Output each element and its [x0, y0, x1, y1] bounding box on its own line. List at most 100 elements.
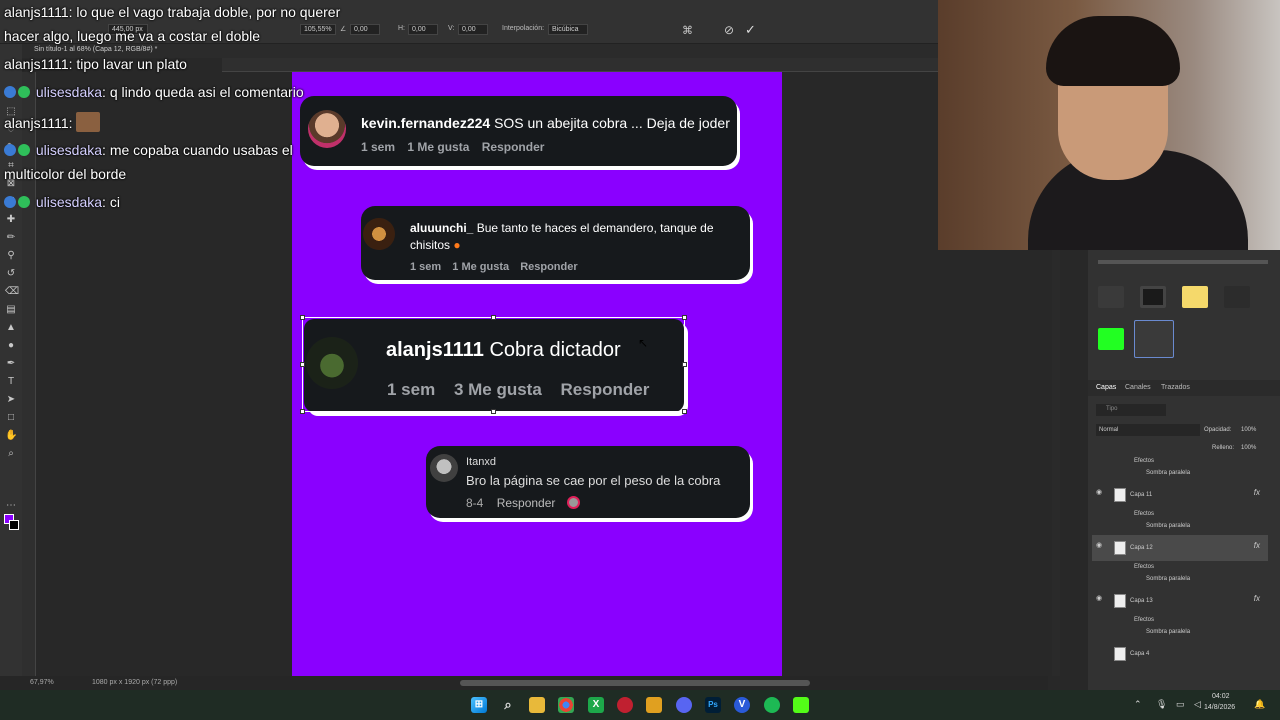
badge-icon: [4, 196, 16, 208]
history-brush-icon[interactable]: ↺: [5, 268, 17, 280]
zoom-tool-icon[interactable]: ⌕: [5, 448, 17, 460]
comment-card[interactable]: kevin.fernandez224 SOS un abejita cobra …: [300, 96, 737, 166]
windows-start-icon[interactable]: ⊞: [471, 697, 487, 713]
swatch[interactable]: [1140, 286, 1166, 308]
file-explorer-icon[interactable]: [529, 697, 545, 713]
background-color[interactable]: [9, 520, 19, 530]
commit-transform-icon[interactable]: ✓: [745, 22, 756, 38]
layer-row[interactable]: ◉ Capa 11 fx: [1092, 482, 1268, 508]
reply-link[interactable]: Responder: [497, 496, 556, 510]
dodge-tool-icon[interactable]: ●: [5, 340, 17, 352]
eraser-tool-icon[interactable]: ⌫: [5, 286, 19, 298]
layer-name[interactable]: Capa 4: [1130, 651, 1149, 657]
effects-label: Efectos: [1134, 564, 1155, 570]
reply-link[interactable]: Responder: [520, 261, 577, 273]
search-icon[interactable]: ⌕: [500, 697, 516, 713]
swatch[interactable]: [1098, 286, 1124, 308]
comment-likes[interactable]: 1 Me gusta: [407, 140, 469, 154]
comment-username[interactable]: alanjs1111: [386, 339, 484, 361]
angle-field[interactable]: 0,00: [350, 24, 380, 35]
layer-row-selected[interactable]: ◉ Capa 12 fx: [1092, 535, 1268, 561]
blur-tool-icon[interactable]: ▲: [5, 322, 17, 334]
tab-layers[interactable]: Capas: [1096, 384, 1116, 391]
tray-chevron-icon[interactable]: ⌃: [1134, 699, 1142, 710]
opacity-value[interactable]: 100%: [1241, 427, 1256, 433]
comment-likes[interactable]: 1 Me gusta: [452, 261, 509, 273]
warp-icon[interactable]: ⌘: [682, 24, 693, 37]
comment-card-selected[interactable]: alanjs1111 Cobra dictador 1 sem 3 Me gus…: [304, 319, 684, 412]
edit-toolbar-icon[interactable]: ⋯: [5, 500, 17, 512]
browser-icon[interactable]: [646, 697, 662, 713]
eye-icon[interactable]: ◉: [1096, 595, 1104, 602]
fx-icon[interactable]: fx: [1254, 488, 1260, 497]
tab-channels[interactable]: Canales: [1125, 384, 1151, 391]
cancel-transform-icon[interactable]: ⊘: [724, 23, 734, 37]
app-icon[interactable]: [617, 697, 633, 713]
swatch-green[interactable]: [1098, 328, 1124, 350]
transform-handle[interactable]: [300, 315, 305, 320]
photoshop-icon[interactable]: Ps: [705, 697, 721, 713]
comment-username[interactable]: Itanxd: [466, 456, 496, 468]
reply-link[interactable]: Responder: [561, 380, 650, 399]
brush-tool-icon[interactable]: ✏: [5, 232, 17, 244]
clock-time[interactable]: 04:02: [1212, 693, 1230, 700]
microphone-icon[interactable]: 🎙: [1156, 699, 1167, 710]
swatch-selected[interactable]: [1134, 320, 1174, 358]
blend-mode-select[interactable]: Normal: [1096, 424, 1200, 436]
discord-icon[interactable]: [676, 697, 692, 713]
layer-name[interactable]: Capa 12: [1130, 545, 1153, 551]
clock-date[interactable]: 14/8/2026: [1204, 704, 1235, 711]
transform-handle[interactable]: [491, 315, 496, 320]
reply-link[interactable]: Responder: [482, 140, 545, 154]
gradient-tool-icon[interactable]: ▤: [5, 304, 17, 316]
type-tool-icon[interactable]: T: [5, 376, 17, 388]
stamp-tool-icon[interactable]: ⚲: [5, 250, 17, 262]
transform-handle[interactable]: [682, 362, 687, 367]
network-icon[interactable]: ▭: [1176, 699, 1185, 710]
comment-username[interactable]: kevin.fernandez224: [361, 115, 490, 131]
comment-card[interactable]: aluuunchi_ Bue tanto te haces el demande…: [361, 206, 750, 280]
transform-handle[interactable]: [300, 362, 305, 367]
rectangle-tool-icon[interactable]: □: [5, 412, 17, 424]
layer-row[interactable]: ◉ Capa 13 fx: [1092, 588, 1268, 614]
spotify-icon[interactable]: [764, 697, 780, 713]
layer-search-input[interactable]: Tipo: [1096, 404, 1166, 416]
chrome-icon[interactable]: [558, 697, 574, 713]
v-field[interactable]: 0,00: [458, 24, 488, 35]
width-percent-field[interactable]: 105,55%: [300, 24, 336, 35]
eye-icon[interactable]: ◉: [1096, 542, 1104, 549]
transform-handle[interactable]: [682, 315, 687, 320]
path-select-icon[interactable]: ➤: [5, 394, 17, 406]
excel-icon[interactable]: X: [588, 697, 604, 713]
layer-row[interactable]: Capa 4: [1092, 641, 1268, 667]
v-app-icon[interactable]: V: [734, 697, 750, 713]
pen-tool-icon[interactable]: ✒: [5, 358, 17, 370]
volume-icon[interactable]: ◁: [1194, 699, 1201, 710]
transform-handle[interactable]: [300, 409, 305, 414]
hand-tool-icon[interactable]: ✋: [5, 430, 17, 442]
fx-icon[interactable]: fx: [1254, 594, 1260, 603]
comment-card[interactable]: Itanxd Bro la página se cae por el peso …: [426, 446, 750, 518]
fill-label: Relleno:: [1212, 445, 1235, 451]
zoom-level[interactable]: 67,97%: [30, 679, 54, 686]
h-field[interactable]: 0,00: [408, 24, 438, 35]
eye-icon[interactable]: ◉: [1096, 489, 1104, 496]
fill-value[interactable]: 100%: [1241, 445, 1256, 451]
comment-time: 1 sem: [387, 380, 436, 399]
layer-name[interactable]: Capa 11: [1130, 492, 1152, 498]
layer-name[interactable]: Capa 13: [1130, 598, 1153, 604]
fx-icon[interactable]: fx: [1254, 541, 1260, 550]
horizontal-scrollbar[interactable]: [460, 680, 810, 686]
swatch-yellow[interactable]: [1182, 286, 1208, 308]
comment-username[interactable]: aluuunchi_: [410, 221, 473, 235]
swatch-row-top: [1098, 260, 1268, 264]
transform-handle[interactable]: [682, 409, 687, 414]
transform-handle[interactable]: [491, 409, 496, 414]
comment-likes[interactable]: 3 Me gusta: [454, 380, 542, 399]
kick-icon[interactable]: [793, 697, 809, 713]
tab-paths[interactable]: Trazados: [1161, 384, 1190, 391]
swatch[interactable]: [1224, 286, 1250, 308]
interpolation-select[interactable]: Bicúbica: [548, 24, 588, 35]
notification-bell-icon[interactable]: 🔔: [1254, 699, 1265, 710]
healing-brush-icon[interactable]: ✚: [5, 214, 17, 226]
